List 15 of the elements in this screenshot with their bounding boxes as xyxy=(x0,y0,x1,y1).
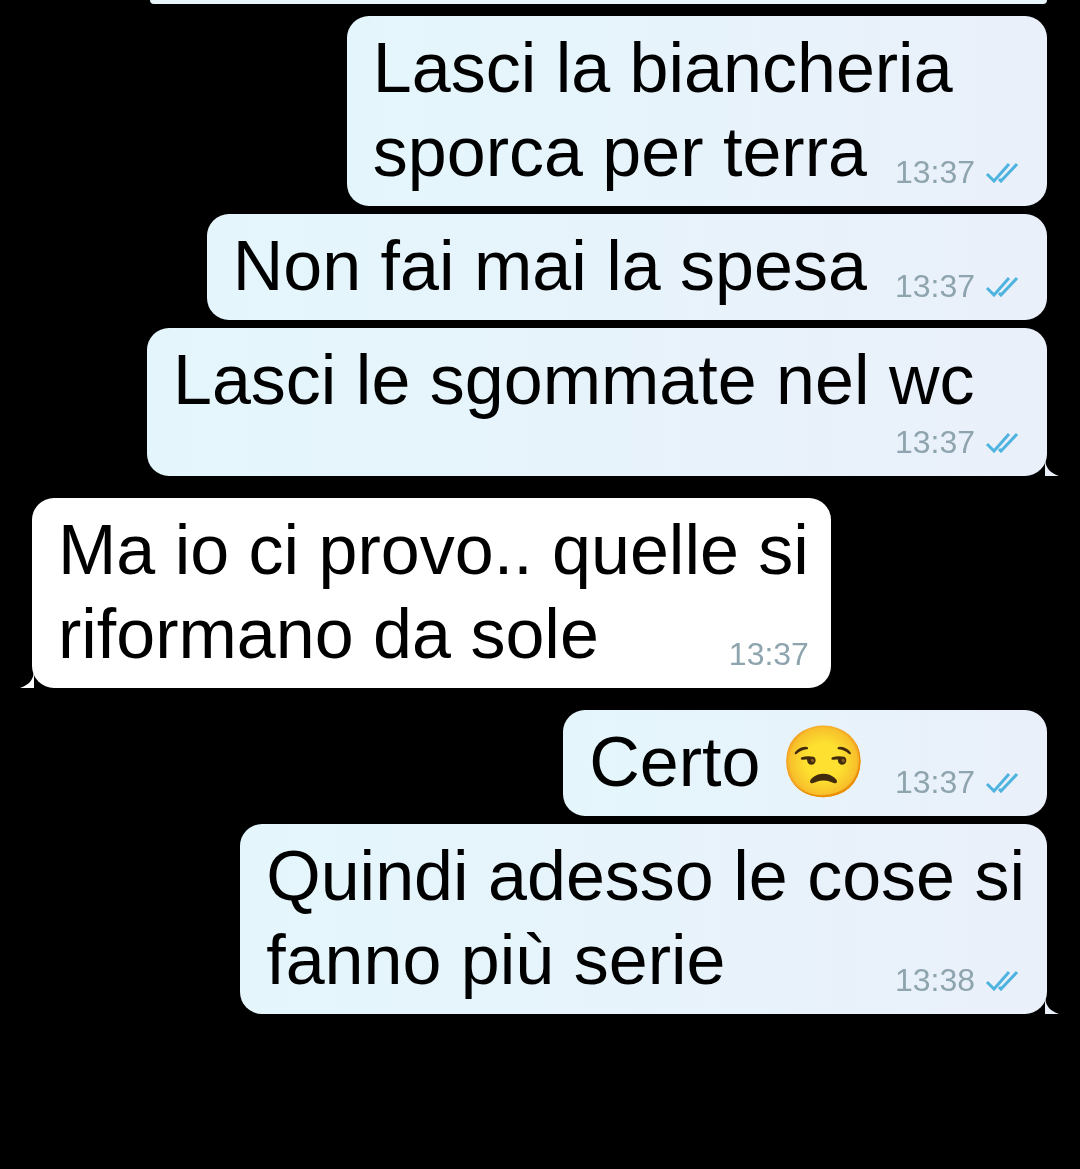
message-text: Certo 😒 xyxy=(589,722,867,803)
message-text: riformano da sole xyxy=(58,594,599,675)
message-time: 13:37 xyxy=(894,423,975,462)
message-time: 13:37 xyxy=(894,763,975,802)
message-time: 13:37 xyxy=(728,635,809,674)
message-text: Quindi adesso le cose si xyxy=(266,836,1025,917)
message-text: Lasci la biancheria xyxy=(372,28,953,109)
message-text: fanno più serie xyxy=(266,920,726,1001)
message-time: 13:38 xyxy=(894,961,975,1000)
message-text: Non fai mai la spesa xyxy=(232,226,867,307)
message-text: Ma io ci provo.. quelle si xyxy=(58,510,809,591)
message-text: Lasci le sgommate nel wc xyxy=(173,340,975,421)
message-time: 13:37 xyxy=(894,153,975,192)
message-time: 13:37 xyxy=(894,267,975,306)
message-text: sporca per terra xyxy=(372,112,867,193)
